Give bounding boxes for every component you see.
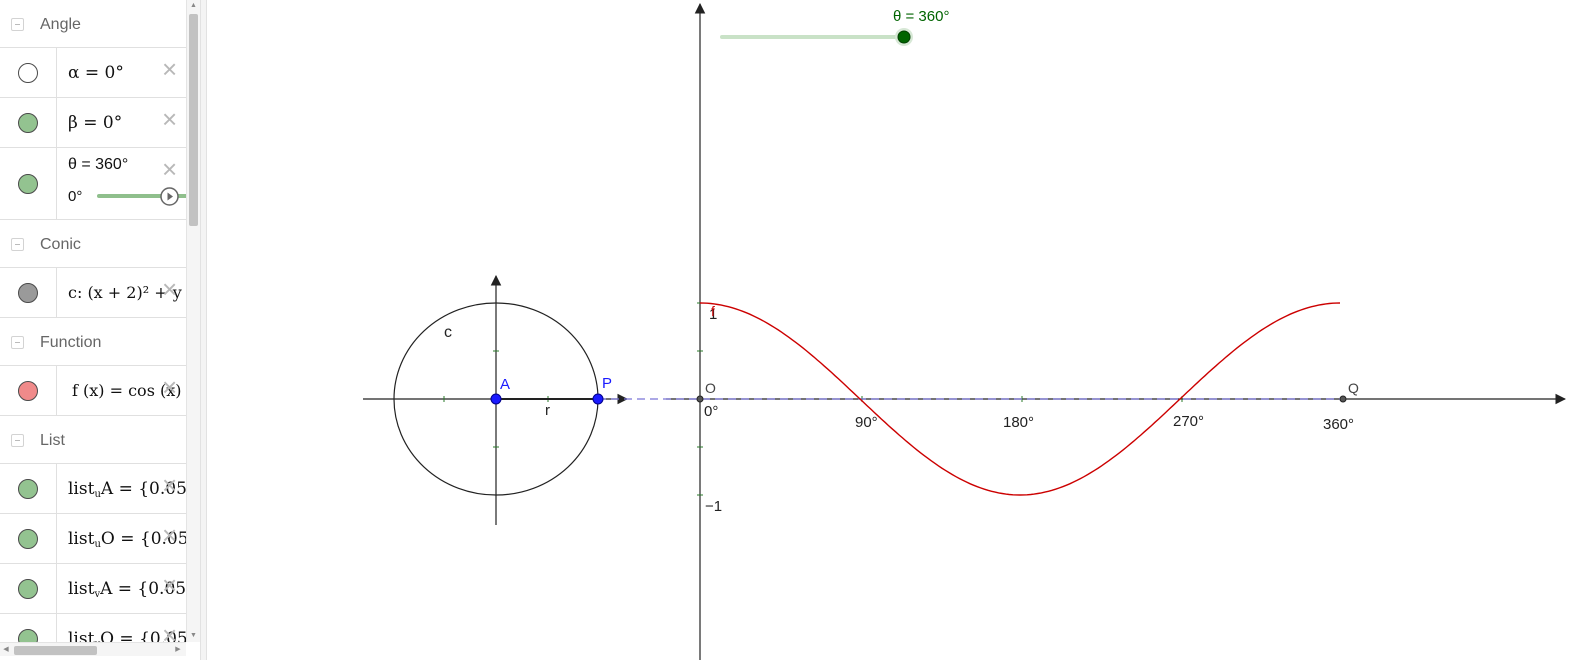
marble-column	[0, 98, 57, 147]
algebra-item-conic[interactable]: c: (x + 2)² + y ×	[0, 268, 186, 318]
collapse-icon[interactable]	[11, 434, 24, 447]
algebra-item-function[interactable]: f (x) = cos (x) , ×	[0, 366, 186, 416]
list-name: list	[68, 529, 95, 549]
point-o-label: O	[705, 380, 716, 396]
marble-column	[0, 268, 57, 317]
point-q[interactable]	[1339, 395, 1347, 403]
collapse-icon[interactable]	[11, 18, 24, 31]
graphics-canvas[interactable]: c A r P O 0° Q 1 f −1 90° 180° 270° 360°…	[207, 0, 1570, 660]
delete-icon[interactable]: ×	[162, 106, 180, 132]
x-tick-label-270: 270°	[1173, 413, 1204, 430]
algebra-item-listuA[interactable]: listuA = {0.05, 0 ×	[0, 464, 186, 514]
marble-column	[0, 464, 57, 513]
visibility-toggle-icon[interactable]	[18, 578, 38, 599]
list-name: list	[68, 579, 95, 599]
algebra-item-listvO[interactable]: listvO = {0.05, 0 ×	[0, 614, 186, 642]
visibility-toggle-icon[interactable]	[18, 282, 38, 303]
algebra-item-alpha[interactable]: α = 0° ×	[0, 48, 186, 98]
point-q-label: Q	[1348, 380, 1359, 396]
visibility-toggle-icon[interactable]	[18, 173, 38, 194]
theta-definition[interactable]: θ = 360°	[68, 156, 128, 174]
point-a[interactable]	[490, 393, 502, 405]
visibility-toggle-icon[interactable]	[18, 62, 38, 83]
group-label-list: List	[40, 432, 65, 449]
horizontal-scrollbar[interactable]: ◀ ▶	[0, 642, 186, 656]
marble-column	[0, 48, 57, 97]
visibility-toggle-icon[interactable]	[18, 112, 38, 133]
group-header-list[interactable]: List	[0, 416, 186, 464]
delete-icon[interactable]: ×	[162, 572, 180, 598]
delete-icon[interactable]: ×	[162, 156, 180, 182]
marble-column	[0, 148, 57, 219]
curve-label: f	[711, 303, 715, 319]
algebra-view: Angle α = 0° × β = 0° × θ = 360° × 0° Co…	[0, 0, 186, 642]
visibility-toggle-icon[interactable]	[18, 528, 38, 549]
marble-column	[0, 564, 57, 613]
graphics-view[interactable]: c A r P O 0° Q 1 f −1 90° 180° 270° 360°…	[207, 0, 1570, 660]
radius-label: r	[545, 402, 550, 419]
theta-slider-label: θ = 360°	[893, 8, 949, 25]
group-header-function[interactable]: Function	[0, 318, 186, 366]
scrollbar-thumb[interactable]	[189, 14, 198, 226]
delete-icon[interactable]: ×	[162, 374, 180, 400]
delete-icon[interactable]: ×	[162, 472, 180, 498]
delete-icon[interactable]: ×	[162, 622, 180, 642]
group-label-function: Function	[40, 334, 102, 351]
panel-divider[interactable]	[200, 0, 207, 660]
origin-degree-label: 0°	[704, 403, 718, 420]
group-label-angle: Angle	[40, 16, 81, 33]
delete-icon[interactable]: ×	[162, 522, 180, 548]
visibility-toggle-icon[interactable]	[18, 628, 38, 642]
alpha-definition[interactable]: α = 0°	[68, 63, 124, 83]
algebra-item-beta[interactable]: β = 0° ×	[0, 98, 186, 148]
list-name: list	[68, 479, 95, 499]
collapse-icon[interactable]	[11, 238, 24, 251]
group-header-angle[interactable]: Angle	[0, 0, 186, 48]
group-header-conic[interactable]: Conic	[0, 220, 186, 268]
vertical-scrollbar[interactable]: ▲ ▼	[186, 0, 200, 642]
scroll-left-icon[interactable]: ◀	[2, 645, 10, 655]
algebra-item-listuO[interactable]: listuO = {0.05, ×	[0, 514, 186, 564]
point-p-label: P	[602, 375, 612, 392]
marble-column	[0, 366, 57, 415]
x-tick-label-360: 360°	[1323, 416, 1354, 433]
slider-min-label: 0°	[68, 188, 83, 205]
theta-slider-knob[interactable]	[897, 30, 911, 44]
visibility-toggle-icon[interactable]	[18, 478, 38, 499]
marble-column	[0, 614, 57, 642]
beta-definition[interactable]: β = 0°	[68, 113, 122, 133]
delete-icon[interactable]: ×	[162, 56, 180, 82]
delete-icon[interactable]: ×	[162, 276, 180, 302]
marble-column	[0, 514, 57, 563]
x-tick-label-180: 180°	[1003, 414, 1034, 431]
algebra-item-theta[interactable]: θ = 360° × 0°	[0, 148, 186, 220]
collapse-icon[interactable]	[11, 336, 24, 349]
scroll-right-icon[interactable]: ▶	[174, 645, 182, 655]
circle-label: c	[444, 324, 452, 341]
list-name: list	[68, 629, 95, 642]
algebra-item-listvA[interactable]: listvA = {0.05, 0 ×	[0, 564, 186, 614]
point-p[interactable]	[592, 393, 604, 405]
scroll-down-icon[interactable]: ▼	[189, 632, 198, 640]
scrollbar-thumb[interactable]	[14, 646, 97, 655]
point-o[interactable]	[696, 395, 704, 403]
scroll-up-icon[interactable]: ▲	[189, 2, 198, 10]
point-a-label: A	[500, 376, 510, 393]
y-tick-label-minus-1: −1	[705, 498, 722, 515]
visibility-toggle-icon[interactable]	[18, 380, 38, 401]
x-tick-label-90: 90°	[855, 414, 878, 431]
group-label-conic: Conic	[40, 236, 81, 253]
play-icon[interactable]	[159, 186, 180, 207]
